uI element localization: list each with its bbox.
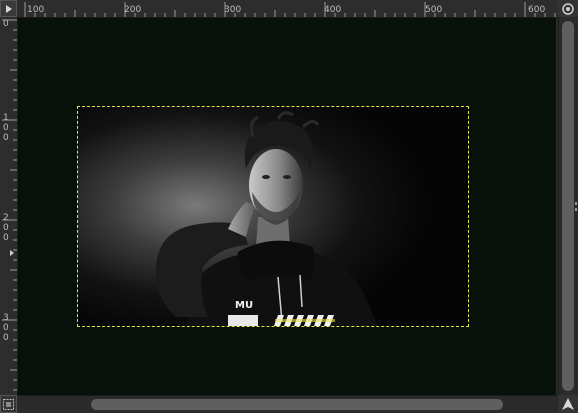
- hruler-label-400: 400: [324, 5, 341, 15]
- svg-text:0: 0: [3, 233, 9, 243]
- image-layer[interactable]: MU: [78, 107, 468, 326]
- svg-text:0: 0: [3, 133, 9, 143]
- image-menu-button[interactable]: [0, 0, 17, 17]
- svg-text:2: 2: [3, 213, 9, 223]
- zoom-toggle-button[interactable]: [558, 0, 578, 17]
- navigate-icon: [562, 398, 574, 410]
- horizontal-scrollbar[interactable]: [17, 395, 558, 413]
- vruler-label-200: 200: [3, 213, 9, 243]
- vruler-label-0: 0: [3, 19, 9, 29]
- horizontal-scrollbar-thumb[interactable]: [91, 399, 503, 410]
- svg-text:0: 0: [3, 323, 9, 333]
- horizontal-ruler[interactable]: 100 200 300 400 500 600: [17, 0, 558, 18]
- horizontal-ruler-ticks: [24, 2, 556, 17]
- portrait-photo: MU: [78, 107, 468, 326]
- hruler-label-100: 100: [27, 5, 44, 15]
- quick-mask-icon: [3, 398, 14, 410]
- vertical-scrollbar[interactable]: [558, 17, 578, 395]
- vruler-pointer-icon: [10, 250, 14, 256]
- svg-text:0: 0: [3, 333, 9, 343]
- hruler-label-200: 200: [124, 5, 141, 15]
- zoom-toggle-icon: [562, 2, 574, 15]
- menu-arrow-icon: [5, 4, 12, 13]
- vertical-ruler[interactable]: 0 100 200 300: [0, 17, 18, 395]
- scroll-grip-icon: [575, 202, 577, 211]
- quick-mask-button[interactable]: [0, 395, 17, 413]
- image-canvas[interactable]: MU: [18, 18, 556, 395]
- vruler-label-300: 300: [3, 313, 9, 343]
- hruler-label-500: 500: [425, 5, 442, 15]
- svg-text:0: 0: [3, 223, 9, 233]
- hruler-label-300: 300: [224, 5, 241, 15]
- svg-text:1: 1: [3, 113, 9, 123]
- hruler-label-600: 600: [528, 5, 545, 15]
- vruler-label-100: 100: [3, 113, 9, 143]
- navigate-button[interactable]: [558, 395, 578, 413]
- shirt-print-text: MU: [235, 300, 253, 311]
- svg-text:3: 3: [3, 313, 9, 323]
- svg-text:0: 0: [3, 123, 9, 133]
